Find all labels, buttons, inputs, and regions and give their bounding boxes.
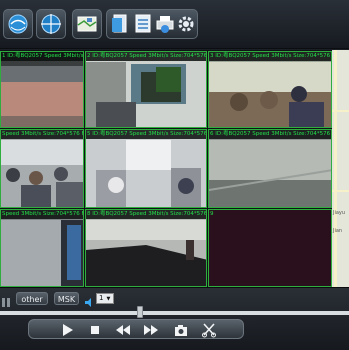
map-label: Jiayu [333, 210, 346, 216]
video-channel-6[interactable]: 6 ID:粤BQ2057 Speed 3Mbit/s Size:704*576 … [208, 129, 332, 208]
map-view-icon [77, 16, 97, 32]
video-channel-8[interactable]: 8 ID:粤BQ2057 Speed 3Mbit/s Size:704*576 … [85, 209, 207, 287]
rewind-icon [116, 325, 130, 335]
channel-caption: Speed 3Mbit/s Size:704*576 Frame [1, 130, 83, 139]
stop-button[interactable] [87, 322, 103, 338]
map-road [334, 50, 337, 287]
play-icon [63, 324, 73, 336]
cut-button[interactable] [201, 322, 217, 338]
fast-forward-button[interactable] [143, 322, 159, 338]
playback-controls [28, 319, 244, 339]
video-channel-2[interactable]: 2 ID:粤BQ2057 Speed 3Mbit/s Size:704*576 … [85, 51, 207, 128]
other-button[interactable]: other [16, 292, 48, 305]
channel-8-frame [86, 210, 206, 286]
scissors-icon [202, 323, 216, 338]
printer-icon [156, 16, 174, 33]
channel-caption: 6 ID:粤BQ2057 Speed 3Mbit/s Size:704*576 … [209, 130, 331, 139]
channel-caption: 2 ID:粤BQ2057 Speed 3Mbit/s Size:704*576 … [86, 52, 206, 61]
play-button[interactable] [59, 322, 75, 338]
video-channel-4[interactable]: Speed 3Mbit/s Size:704*576 Frame [0, 129, 84, 208]
print-button[interactable] [155, 13, 175, 35]
channel-caption: 8 ID:粤BQ2057 Speed 3Mbit/s Size:704*576 … [86, 210, 206, 219]
msk-button[interactable]: MSK [54, 292, 79, 305]
video-channel-5[interactable]: 5 ID:粤BQ2057 Speed 3Mbit/s Size:704*576 … [85, 129, 207, 208]
channel-1-frame [1, 52, 83, 127]
settings-button[interactable] [176, 13, 196, 35]
snapshot-button[interactable] [173, 322, 189, 338]
top-toolbar [0, 0, 349, 49]
list-button[interactable] [133, 13, 153, 35]
volume-button[interactable] [84, 293, 94, 307]
locate-globe-button[interactable] [36, 9, 66, 39]
map-panel[interactable]: Jiayu Jian [332, 50, 349, 287]
channel-7-frame [1, 210, 83, 286]
channel-caption: 9 [210, 211, 214, 217]
map-road [332, 190, 349, 192]
seek-bar[interactable] [0, 311, 349, 315]
camera-icon [175, 325, 187, 336]
refresh-globe-icon [8, 14, 28, 34]
volume-select[interactable]: 1 ▼ [96, 293, 114, 304]
grid-layout-button[interactable] [1, 293, 11, 307]
grid-icon [2, 298, 10, 307]
channel-caption: 5 ID:粤BQ2057 Speed 3Mbit/s Size:704*576 … [86, 130, 206, 139]
chevron-down-icon: ▼ [106, 296, 111, 302]
video-channel-9[interactable]: 9 [208, 209, 332, 287]
channel-caption: Speed 3Mbit/s Size:704*576 Frame [1, 210, 83, 219]
channel-4-frame [1, 130, 83, 207]
channel-caption: 3 ID:粤BQ2057 Speed 3Mbit/s Size:704*576 … [209, 52, 331, 61]
crosshair-globe-icon [41, 14, 61, 34]
channel-2-frame [86, 52, 206, 127]
volume-value: 1 [99, 294, 104, 302]
video-channel-7[interactable]: Speed 3Mbit/s Size:704*576 Frame [0, 209, 84, 287]
rewind-button[interactable] [115, 322, 131, 338]
video-channel-1[interactable]: 1 ID:粤BQ2057 Speed 3Mbit/s Size:704*576 … [0, 51, 84, 128]
list-icon [135, 14, 151, 33]
refresh-globe-button[interactable] [3, 9, 33, 39]
map-label: Jian [333, 228, 343, 234]
channel-5-frame [86, 130, 206, 207]
document-button[interactable] [110, 13, 130, 35]
stop-icon [91, 326, 99, 334]
map-view-button[interactable] [72, 9, 102, 39]
settings-icon [178, 16, 194, 32]
fast-forward-icon [144, 325, 158, 335]
video-grid: 1 ID:粤BQ2057 Speed 3Mbit/s Size:704*576 … [0, 50, 332, 287]
channel-6-frame [209, 130, 331, 207]
seek-handle[interactable] [137, 306, 143, 318]
channel-3-frame [209, 52, 331, 127]
channel-caption: 1 ID:粤BQ2057 Speed 3Mbit/s Size:704*576 … [1, 52, 83, 61]
map-road [332, 110, 349, 112]
video-channel-3[interactable]: 3 ID:粤BQ2057 Speed 3Mbit/s Size:704*576 … [208, 51, 332, 128]
speaker-icon [85, 298, 91, 307]
document-icon [112, 14, 127, 33]
